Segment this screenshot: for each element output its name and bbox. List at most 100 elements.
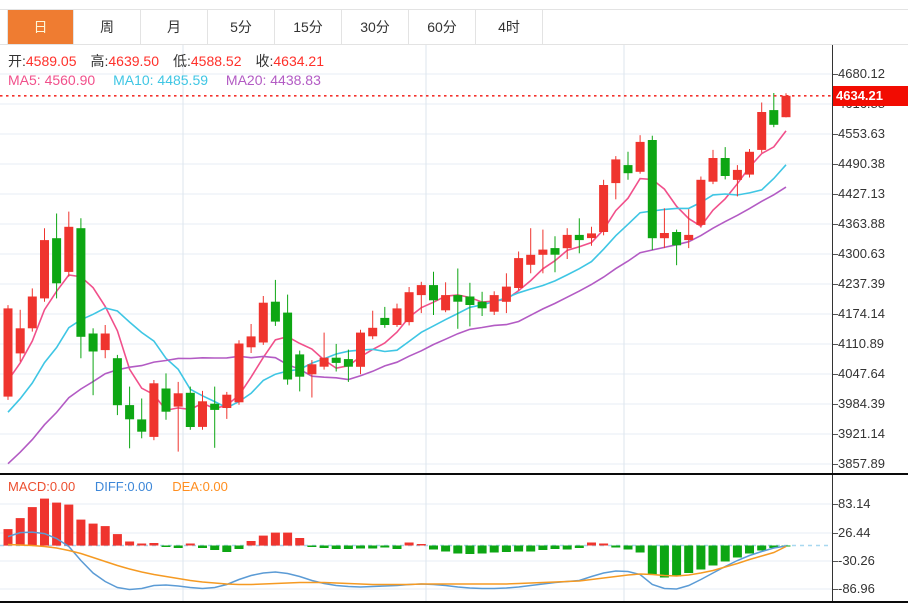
candle-body: [15, 328, 25, 354]
macd-hist-bar: [562, 545, 572, 550]
candle-body: [684, 234, 694, 241]
candle-body: [64, 226, 74, 272]
candle-body: [88, 333, 98, 352]
macd-hist-bar: [331, 545, 341, 549]
macd-hist-bar: [246, 541, 256, 546]
tab-15min[interactable]: 15分: [275, 10, 342, 44]
ma20-value: MA20: 4438.83: [225, 72, 321, 88]
main-candlestick-chart[interactable]: [0, 45, 833, 475]
macd-hist-bar: [125, 541, 135, 546]
candle-body: [27, 296, 37, 329]
macd-hist-bar: [623, 545, 633, 550]
candle-body: [356, 332, 365, 367]
tab-30min[interactable]: 30分: [342, 10, 409, 44]
axis-tick-label: 83.14: [838, 496, 871, 511]
candle-body: [708, 158, 718, 182]
macd-hist-bar: [356, 545, 365, 549]
axis-tick-label: 3921.14: [838, 426, 885, 441]
macd-hist-bar: [550, 545, 560, 549]
close-label: 收:: [255, 53, 274, 69]
macd-hist-bar: [198, 545, 207, 548]
candle-body: [149, 383, 159, 437]
macd-hist-bar: [27, 507, 37, 546]
candle-body: [295, 354, 305, 377]
macd-hist-bar: [514, 545, 524, 552]
axis-tick-label: 3984.39: [838, 396, 885, 411]
candle-body: [137, 419, 147, 432]
high-value: 4639.50: [108, 53, 159, 69]
macd-hist-bar: [185, 543, 195, 546]
candle-body: [380, 317, 390, 325]
candle-body: [112, 358, 122, 406]
macd-hist-bar: [416, 544, 426, 546]
macd-hist-bar: [161, 545, 171, 547]
ma10-line: [7, 164, 787, 413]
candle-body: [562, 234, 572, 249]
macd-hist-bar: [599, 543, 609, 546]
tab-month[interactable]: 月: [141, 10, 208, 44]
low-value: 4588.52: [190, 53, 242, 69]
axis-tick-label: 4237.39: [838, 276, 885, 291]
macd-hist-bar: [477, 545, 487, 554]
candle-body: [416, 285, 426, 296]
candle-body: [477, 301, 487, 309]
axis-tick-label: 4490.38: [838, 156, 885, 171]
current-price-tag: 4634.21: [833, 86, 908, 106]
candle-body: [198, 401, 207, 427]
macd-hist-bar: [708, 545, 718, 566]
period-tab-bar: 日周月 5分 15分 30分 60分 4时: [0, 9, 908, 45]
macd-hist-bar: [295, 538, 305, 546]
macd-hist-bar: [112, 534, 122, 546]
candle-body: [623, 165, 633, 174]
macd-hist-bar: [404, 542, 414, 546]
macd-hist-bar: [234, 545, 244, 549]
candle-body: [757, 112, 767, 150]
macd-hist-bar: [76, 519, 86, 546]
axis-tick-label: 26.44: [838, 525, 871, 540]
ma5-value: MA5: 4560.90: [8, 72, 96, 88]
macd-hist-bar: [757, 545, 767, 551]
tab-week[interactable]: 周: [74, 10, 141, 44]
macd-hist-bar: [343, 545, 353, 549]
tab-4hour[interactable]: 4时: [476, 10, 543, 44]
open-label: 开:: [8, 53, 26, 69]
macd-hist-bar: [526, 545, 536, 552]
candle-body: [222, 394, 232, 408]
axis-tick-label: 4363.88: [838, 216, 885, 231]
candle-body: [125, 405, 135, 420]
macd-hist-bar: [64, 504, 74, 546]
macd-indicator-chart[interactable]: [0, 475, 833, 602]
panel-separator-line: [0, 473, 908, 475]
macd-hist-bar: [684, 545, 694, 573]
candle-body: [514, 258, 524, 288]
tab-day[interactable]: 日: [7, 10, 74, 44]
open-value: 4589.05: [25, 53, 77, 69]
tab-60min[interactable]: 60分: [409, 10, 476, 44]
axis-border-line: [832, 45, 833, 602]
candle-body: [246, 336, 256, 348]
ma-readout: MA5: 4560.90 MA10: 4485.59 MA20: 4438.83: [8, 72, 335, 88]
candle-body: [635, 141, 645, 172]
candle-body: [672, 232, 682, 246]
candle-body: [732, 169, 742, 180]
candle-body: [489, 295, 499, 312]
tab-5min[interactable]: 5分: [208, 10, 275, 44]
macd-hist-bar: [696, 545, 706, 570]
macd-hist-bar: [137, 543, 147, 546]
candle-body: [441, 295, 451, 311]
candle-body: [270, 301, 280, 322]
candle-body: [659, 233, 669, 239]
macd-hist-bar: [3, 529, 13, 546]
macd-hist-bar: [258, 535, 268, 546]
trading-chart-app: 日周月 5分 15分 30分 60分 4时 开:4589.05 高:4639.50 低:458…: [0, 0, 908, 604]
macd-hist-bar: [672, 545, 682, 577]
candle-body: [429, 285, 438, 301]
macd-hist-bar: [538, 545, 548, 550]
candle-body: [40, 240, 49, 299]
candle-body: [611, 159, 621, 184]
axis-tick-label: 4110.89: [838, 336, 885, 351]
candle-body: [453, 295, 463, 302]
low-label: 低:: [173, 53, 191, 69]
macd-hist-bar: [720, 545, 730, 562]
macd-hist-bar: [380, 545, 390, 548]
